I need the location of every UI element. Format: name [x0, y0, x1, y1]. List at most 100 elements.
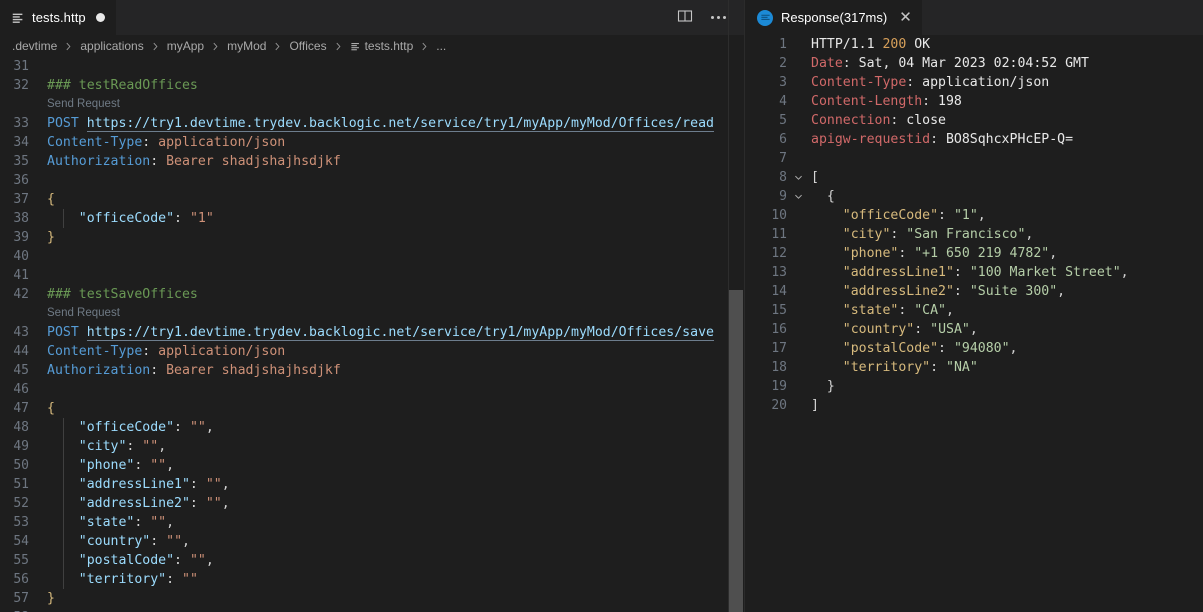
http-file-icon — [350, 41, 361, 52]
editor-line[interactable]: 33 POST https://try1.devtime.trydev.backl… — [0, 114, 744, 133]
editor-line[interactable]: 42 ### testSaveOffices — [0, 285, 744, 304]
editor-line[interactable]: 32 ### testReadOffices — [0, 76, 744, 95]
editor-line[interactable]: Send Request — [0, 95, 744, 114]
editor-line[interactable]: 45 Authorization: Bearer shadjshajhsdjkf — [0, 361, 744, 380]
token-val: "San Francisco" — [906, 227, 1026, 242]
editor-line[interactable]: 57} — [0, 589, 744, 608]
response-line[interactable]: 19 } — [745, 377, 1203, 396]
editor-line[interactable]: 34 Content-Type: application/json — [0, 133, 744, 152]
token-punct: : — [174, 420, 190, 435]
response-line[interactable]: 1 HTTP/1.1 200 OK — [745, 35, 1203, 54]
response-line[interactable]: 18 "territory": "NA" — [745, 358, 1203, 377]
editor-line-content: ### testReadOffices — [47, 76, 744, 95]
token-punct: , — [182, 534, 190, 549]
editor-line[interactable]: 35 Authorization: Bearer shadjshajhsdjkf — [0, 152, 744, 171]
token-punct: : — [189, 496, 206, 511]
editor-line[interactable]: 47 { — [0, 399, 744, 418]
response-line-content: [ — [795, 168, 1203, 187]
line-number: 14 — [771, 284, 787, 299]
editor-line-content: "officeCode": "", — [47, 418, 744, 437]
response-line-content: Connection: close — [795, 111, 1203, 130]
response-line[interactable]: 9 { — [745, 187, 1203, 206]
indent-guide — [63, 437, 64, 456]
line-number: 34 — [13, 135, 29, 150]
token-hval: Bearer shadjshajhsdjkf — [166, 363, 341, 378]
tab-dirty-indicator[interactable] — [95, 13, 105, 22]
breadcrumb-item-offices[interactable]: Offices — [287, 39, 328, 53]
tab-tests-http[interactable]: tests.http — [0, 0, 117, 35]
editor-scrollbar-thumb[interactable] — [729, 290, 743, 612]
response-line[interactable]: 11 "city": "San Francisco", — [745, 225, 1203, 244]
editor-line[interactable]: 44 Content-Type: application/json — [0, 342, 744, 361]
editor-line[interactable]: 31 — [0, 57, 744, 76]
breadcrumb-item-tests-http[interactable]: tests.http — [348, 39, 416, 53]
response-line[interactable]: 5 Connection: close — [745, 111, 1203, 130]
send-request-codelens[interactable]: Send Request — [47, 304, 744, 323]
response-tab-label: Response(317ms) — [781, 10, 888, 25]
token-punct: : — [150, 363, 167, 378]
response-code-area[interactable]: 1 HTTP/1.1 200 OK 2 Date: Sat, 04 Mar 2023 … — [745, 35, 1203, 612]
response-line-content: apigw-requestid: BO8SqhcxPHcEP-Q= — [795, 130, 1203, 149]
response-line-content: "city": "San Francisco", — [795, 225, 1203, 244]
breadcrumb-item-mymod[interactable]: myMod — [225, 39, 268, 53]
editor-line[interactable]: 54 "country": "", — [0, 532, 744, 551]
close-icon[interactable]: ✕ — [899, 10, 912, 25]
token-punct: : — [150, 154, 167, 169]
response-line[interactable]: 6 apigw-requestid: BO8SqhcxPHcEP-Q= — [745, 130, 1203, 149]
response-line[interactable]: 12 "phone": "+1 650 219 4782", — [745, 244, 1203, 263]
editor-line[interactable]: Send Request — [0, 304, 744, 323]
response-line[interactable]: 17 "postalCode": "94080", — [745, 339, 1203, 358]
tab-response[interactable]: Response(317ms) ✕ — [745, 0, 922, 35]
editor-line[interactable]: 43 POST https://try1.devtime.trydev.backl… — [0, 323, 744, 342]
token-punct: : — [126, 439, 143, 454]
fold-chevron-down-icon[interactable] — [791, 187, 805, 206]
editor-line-content: Content-Type: application/json — [47, 342, 744, 361]
response-line[interactable]: 15 "state": "CA", — [745, 301, 1203, 320]
editor-line[interactable]: 37 { — [0, 190, 744, 209]
indent-guide — [63, 513, 64, 532]
editor-line[interactable]: 48 "officeCode": "", — [0, 418, 744, 437]
response-line[interactable]: 4 Content-Length: 198 — [745, 92, 1203, 111]
line-number: 33 — [13, 116, 29, 131]
response-line[interactable]: 20] — [745, 396, 1203, 415]
editor-vertical-scrollbar[interactable] — [729, 0, 743, 612]
editor-line[interactable]: 41 — [0, 266, 744, 285]
editor-code-area[interactable]: 31 32 ### testReadOffices Send Request 33 POS… — [0, 57, 744, 612]
split-editor-button[interactable] — [671, 4, 699, 32]
send-request-codelens[interactable]: Send Request — [47, 95, 744, 114]
editor-line[interactable]: 56 "territory": "" — [0, 570, 744, 589]
editor-line[interactable]: 46 — [0, 380, 744, 399]
response-line[interactable]: 10 "officeCode": "1", — [745, 206, 1203, 225]
token-hval: BO8SqhcxPHcEP-Q= — [945, 132, 1074, 147]
editor-line[interactable]: 39} — [0, 228, 744, 247]
breadcrumb-item-devtime[interactable]: .devtime — [10, 39, 59, 53]
response-icon — [757, 9, 773, 26]
token-punct: , — [1049, 246, 1058, 261]
editor-line[interactable]: 51 "addressLine1": "", — [0, 475, 744, 494]
response-line[interactable]: 2 Date: Sat, 04 Mar 2023 02:04:52 GMT — [745, 54, 1203, 73]
fold-chevron-down-icon[interactable] — [791, 168, 805, 187]
editor-line[interactable]: 38 "officeCode": "1" — [0, 209, 744, 228]
breadcrumb-item-myapp[interactable]: myApp — [165, 39, 206, 53]
editor-line[interactable]: 52 "addressLine2": "", — [0, 494, 744, 513]
response-line[interactable]: 7 — [745, 149, 1203, 168]
editor-line[interactable]: 49 "city": "", — [0, 437, 744, 456]
editor-line[interactable]: 50 "phone": "", — [0, 456, 744, 475]
token-punct: , — [166, 458, 175, 473]
response-line[interactable]: 8[ — [745, 168, 1203, 187]
breadcrumb-item-[interactable]: ... — [434, 39, 448, 53]
line-number: 35 — [13, 154, 29, 169]
editor-line[interactable]: 40 — [0, 247, 744, 266]
response-line[interactable]: 16 "country": "USA", — [745, 320, 1203, 339]
response-line[interactable]: 13 "addressLine1": "100 Market Street", — [745, 263, 1203, 282]
breadcrumb-item-applications[interactable]: applications — [78, 39, 145, 53]
editor-line[interactable]: 58 — [0, 608, 744, 612]
editor-line[interactable]: 36 — [0, 171, 744, 190]
line-number: 8 — [745, 168, 802, 187]
response-line[interactable]: 3 Content-Type: application/json — [745, 73, 1203, 92]
editor-line[interactable]: 53 "state": "", — [0, 513, 744, 532]
response-line[interactable]: 14 "addressLine2": "Suite 300", — [745, 282, 1203, 301]
editor-line[interactable]: 55 "postalCode": "", — [0, 551, 744, 570]
